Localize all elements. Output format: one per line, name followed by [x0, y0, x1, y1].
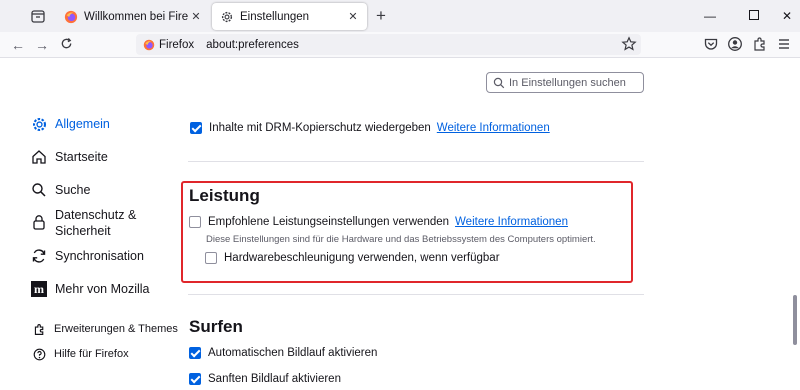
close-window-icon[interactable]: ✕ [779, 8, 795, 24]
sidebar-item-label: Erweiterungen & Themes [54, 323, 178, 335]
home-icon [30, 148, 48, 166]
sync-icon [30, 247, 48, 265]
smooth-scrolling-label: Sanften Bildlauf aktivieren [208, 373, 341, 385]
drm-checkbox[interactable] [190, 122, 202, 134]
sidebar-item-more-mozilla[interactable]: m Mehr von Mozilla [30, 280, 149, 298]
close-tab-icon[interactable]: ✕ [188, 9, 204, 25]
recommended-performance-checkbox[interactable] [189, 216, 201, 228]
sidebar-item-label: Suche [55, 183, 91, 197]
tab-welcome[interactable]: Willkommen bei Firefox ✕ [58, 3, 210, 30]
performance-heading: Leistung [189, 186, 260, 205]
sidebar-item-privacy[interactable]: Datenschutz & Sicherheit [30, 207, 155, 239]
identity-label: Firefox [159, 38, 195, 51]
divider [188, 161, 644, 162]
puzzle-icon [32, 322, 46, 336]
autoscroll-label: Automatischen Bildlauf aktivieren [208, 347, 378, 359]
svg-text:m: m [34, 282, 44, 296]
smooth-scrolling-checkbox[interactable] [189, 373, 201, 385]
tab-strip: Willkommen bei Firefox ✕ Einstellungen ✕… [0, 0, 800, 32]
sidebar-item-label: Allgemein [55, 117, 110, 131]
firefox-logo-icon [143, 39, 155, 50]
firefox-view-button[interactable] [30, 8, 50, 26]
help-icon [32, 347, 46, 361]
tab-label: Einstellungen [240, 10, 310, 23]
close-tab-icon[interactable]: ✕ [345, 9, 361, 25]
smooth-scrolling-setting: Sanften Bildlauf aktivieren [189, 373, 341, 385]
maximize-icon[interactable] [746, 8, 762, 24]
menu-hamburger-icon[interactable] [776, 36, 792, 52]
sidebar-item-general[interactable]: Allgemein [30, 115, 110, 133]
sidebar-item-search[interactable]: Suche [30, 181, 90, 199]
gear-icon [221, 11, 233, 22]
tab-label: Willkommen bei Firefox [84, 10, 188, 23]
recommended-performance-setting: Empfohlene Leistungseinstellungen verwen… [189, 216, 568, 228]
url-text[interactable]: about:preferences [206, 39, 299, 51]
sidebar-item-label: Hilfe für Firefox [54, 348, 129, 360]
sidebar-item-help[interactable]: Hilfe für Firefox [32, 347, 129, 361]
mozilla-icon: m [30, 280, 48, 298]
forward-arrow-icon[interactable]: → [34, 37, 50, 53]
gear-icon [30, 115, 48, 133]
tab-settings[interactable]: Einstellungen ✕ [212, 3, 367, 30]
autoscroll-checkbox[interactable] [189, 347, 201, 359]
back-arrow-icon[interactable]: ← [10, 37, 26, 53]
sidebar-item-label: Synchronisation [55, 249, 144, 263]
firefox-view-icon [31, 10, 45, 23]
bookmark-star-icon[interactable] [621, 36, 637, 52]
search-placeholder: In Einstellungen suchen [509, 76, 626, 89]
browsing-heading: Surfen [189, 317, 243, 336]
pocket-icon[interactable] [703, 36, 719, 52]
recommended-performance-label: Empfohlene Leistungseinstellungen verwen… [208, 216, 450, 228]
performance-learn-more-link[interactable]: Weitere Informationen [455, 216, 568, 228]
lock-icon [30, 213, 48, 231]
drm-setting: Inhalte mit DRM-Kopierschutz wiedergeben… [190, 122, 550, 134]
sidebar-item-label: Datenschutz & Sicherheit [55, 208, 137, 238]
sidebar-item-home[interactable]: Startseite [30, 148, 108, 166]
firefox-logo-icon [64, 10, 78, 23]
url-bar[interactable]: Firefox about:preferences [136, 34, 641, 55]
scrollbar-thumb[interactable] [793, 295, 797, 345]
sidebar-item-addons[interactable]: Erweiterungen & Themes [32, 322, 178, 336]
hardware-acceleration-setting: Hardwarebeschleunigung verwenden, wenn v… [205, 252, 500, 264]
hardware-acceleration-label: Hardwarebeschleunigung verwenden, wenn v… [224, 252, 500, 264]
autoscroll-setting: Automatischen Bildlauf aktivieren [189, 347, 377, 359]
sidebar-item-label: Mehr von Mozilla [55, 282, 150, 296]
divider [188, 294, 644, 295]
drm-label: Inhalte mit DRM-Kopierschutz wiedergeben [209, 122, 431, 134]
account-icon[interactable] [727, 36, 743, 52]
search-icon [493, 77, 505, 88]
new-tab-button[interactable]: + [372, 7, 390, 25]
search-icon [30, 181, 48, 199]
minimize-icon[interactable]: — [702, 8, 718, 24]
sidebar-item-sync[interactable]: Synchronisation [30, 247, 144, 265]
settings-search-input[interactable]: In Einstellungen suchen [486, 72, 644, 93]
hardware-acceleration-checkbox[interactable] [205, 252, 217, 264]
sidebar-item-label: Startseite [55, 150, 108, 164]
extensions-puzzle-icon[interactable] [752, 36, 768, 52]
drm-learn-more-link[interactable]: Weitere Informationen [437, 122, 550, 134]
reload-icon[interactable] [58, 37, 74, 53]
performance-description: Diese Einstellungen sind für die Hardwar… [206, 234, 596, 245]
